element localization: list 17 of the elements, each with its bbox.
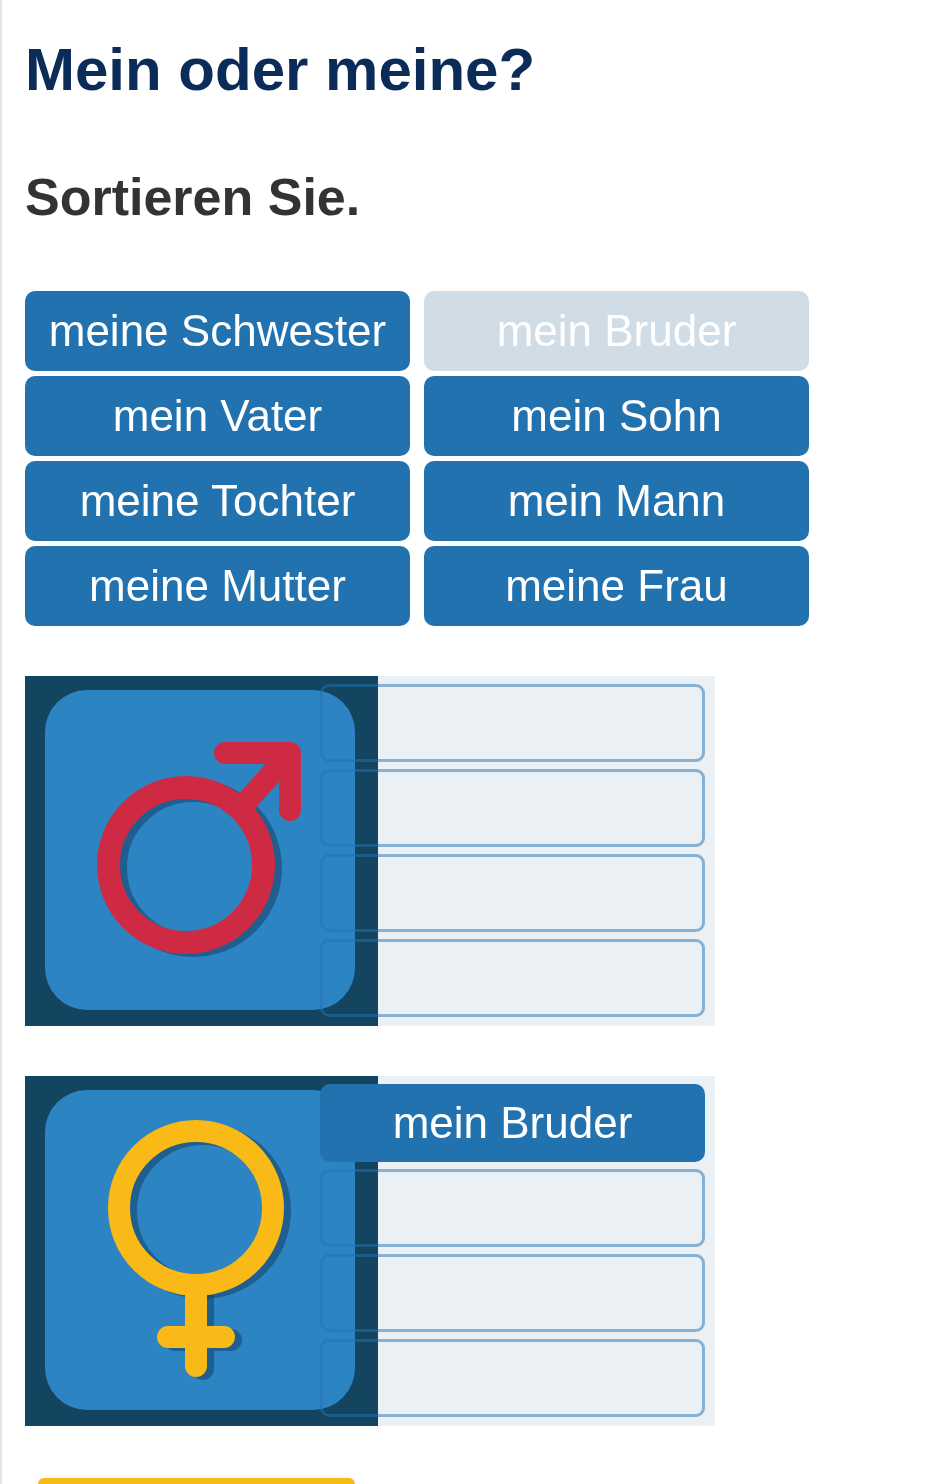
word-tile[interactable]: mein Bruder [320,1084,705,1162]
answer-slot[interactable] [320,1339,705,1417]
word-tile[interactable]: meine Tochter [25,461,410,541]
word-tile[interactable]: mein Sohn [424,376,809,456]
answer-slot[interactable] [320,769,705,847]
word-tile[interactable]: meine Schwester [25,291,410,371]
answer-slot[interactable] [320,1254,705,1332]
word-tile[interactable]: mein Vater [25,376,410,456]
word-tile[interactable]: mein Mann [424,461,809,541]
answer-slot[interactable] [320,684,705,762]
instruction-text: Sortieren Sie. [25,167,361,228]
page-title: Mein oder meine? [25,35,536,105]
word-tile[interactable]: meine Frau [424,546,809,626]
word-tile[interactable]: meine Mutter [25,546,410,626]
answer-slot[interactable] [320,854,705,932]
answer-slot[interactable] [320,939,705,1017]
answer-slot[interactable] [320,1169,705,1247]
